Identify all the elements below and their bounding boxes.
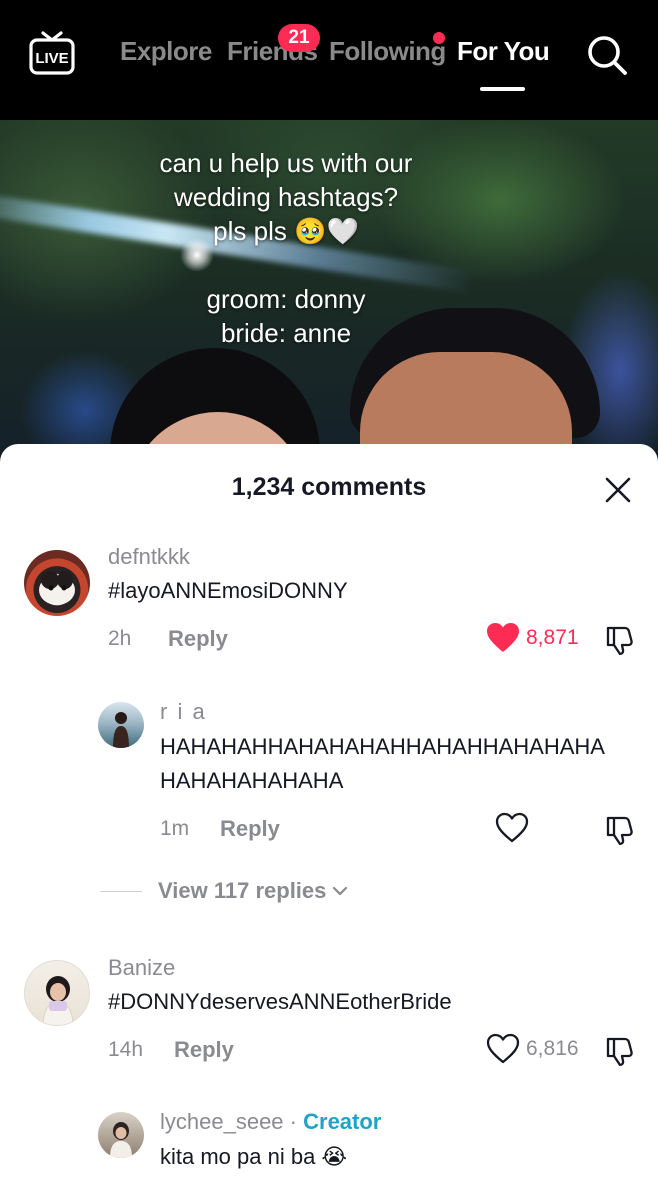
tab-explore[interactable]: Explore: [120, 36, 212, 67]
close-icon[interactable]: [604, 476, 632, 504]
creator-username[interactable]: lychee_seee: [160, 1109, 284, 1134]
comment-time: 14h: [108, 1038, 144, 1061]
like-button[interactable]: 6,816: [486, 1033, 579, 1065]
comment-text: kita mo pa ni ba 😭: [160, 1144, 348, 1169]
comment-username[interactable]: Banize: [108, 955, 175, 981]
comment-text-line: HAHAHAHAHAHA: [160, 768, 344, 793]
caption-line: wedding hashtags?: [173, 182, 399, 212]
chevron-down-icon: [333, 886, 348, 896]
caption-line: can u help us with our: [159, 148, 413, 178]
friends-notification-badge: 21: [278, 24, 320, 52]
view-replies-label: View 117 replies: [158, 878, 327, 903]
reply-button[interactable]: Reply: [174, 1037, 234, 1063]
comments-count-title: 1,234 comments: [231, 473, 427, 501]
live-label: LIVE: [35, 50, 68, 67]
tab-for-you[interactable]: For You: [457, 36, 550, 67]
comment-time: 1m: [160, 817, 190, 840]
like-count: 6,816: [526, 1037, 579, 1060]
creator-avatar-icon: [110, 1122, 132, 1158]
top-nav-bar: LIVE Explore Friends 21 Following For Yo…: [0, 0, 658, 120]
caption-line: pls pls 🥹🤍: [213, 216, 359, 246]
comment-text: HAHAHAHHAHAHAHAHHAHAHHAHAHAHA HAHAHAHAHA…: [160, 730, 640, 798]
avatar[interactable]: [24, 550, 90, 616]
dislike-icon[interactable]: [603, 624, 635, 656]
live-icon[interactable]: LIVE: [28, 30, 76, 76]
tab-following[interactable]: Following: [329, 36, 446, 67]
comment-username[interactable]: defntkkk: [108, 544, 190, 570]
comment-time: 2h: [108, 627, 132, 650]
heart-outline-icon: [486, 1033, 520, 1064]
comment-username[interactable]: r i a: [160, 699, 207, 725]
active-tab-indicator: [480, 87, 525, 91]
reply-button[interactable]: Reply: [168, 626, 228, 652]
dislike-icon[interactable]: [603, 1035, 635, 1067]
avatar[interactable]: [24, 960, 90, 1026]
like-count: 8,871: [526, 626, 579, 649]
view-replies-button[interactable]: View 117 replies: [100, 878, 348, 904]
avatar[interactable]: [98, 702, 144, 748]
heart-outline-icon[interactable]: [495, 812, 529, 844]
creator-label: Creator: [303, 1109, 382, 1134]
caption-line: bride: anne: [220, 318, 352, 348]
person-avatar-icon: [42, 976, 74, 1025]
caption-line: groom: donny: [206, 284, 366, 314]
divider: [100, 890, 142, 892]
heart-filled-icon: [487, 623, 519, 652]
comment-username[interactable]: lychee_seee · Creator: [160, 1109, 381, 1135]
reply-button[interactable]: Reply: [220, 816, 280, 842]
comments-sheet: 1,234 comments defntkkk #layoANNEmosiDON…: [0, 444, 658, 1200]
creator-separator: ·: [289, 1109, 297, 1134]
following-new-dot: [433, 32, 445, 44]
like-button[interactable]: 8,871: [486, 622, 579, 654]
comment-text-line: HAHAHAHHAHAHAHAHHAHAHHAHAHAHA: [160, 734, 605, 759]
comment-text: #DONNYdeservesANNEotherBride: [108, 989, 452, 1014]
video-caption: can u help us with our wedding hashtags?…: [0, 146, 572, 350]
comment-text: #layoANNEmosiDONNY: [108, 578, 348, 603]
dislike-icon[interactable]: [603, 814, 635, 846]
person-avatar-icon: [113, 712, 129, 748]
cat-avatar-icon: [39, 571, 75, 605]
search-icon[interactable]: [585, 33, 629, 77]
avatar[interactable]: [98, 1112, 144, 1158]
